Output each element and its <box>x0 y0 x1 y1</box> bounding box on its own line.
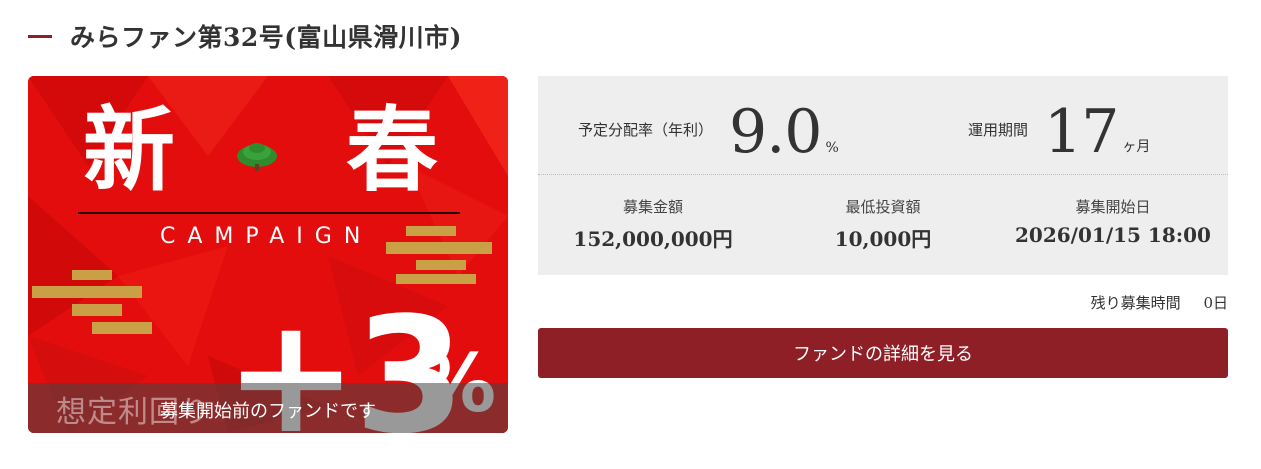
remaining-time-label: 残り募集時間 <box>1090 294 1181 312</box>
fund-info-panel: 予定分配率（年利） 9.0 % 運用期間 17 ヶ月 募集金額 152,000,… <box>538 76 1228 275</box>
remaining-time: 残り募集時間 0日 <box>1091 292 1228 313</box>
minimum-investment-label: 最低投資額 <box>845 198 921 216</box>
banner-kanji-haru: 春 <box>346 96 439 204</box>
distribution-rate-unit: % <box>825 140 839 156</box>
fund-title-row: みらファン第32号(富山県滑川市) <box>28 14 462 58</box>
operation-period: 運用期間 17 ヶ月 <box>968 102 1150 162</box>
minimum-investment: 最低投資額 10,000円 <box>768 196 998 256</box>
gold-cloud-icon <box>386 226 492 284</box>
raise-start-date-value: 2026/01/15 18:00 <box>1015 223 1211 247</box>
banner-divider <box>78 212 460 214</box>
raise-start-date: 募集開始日 2026/01/15 18:00 <box>998 196 1228 256</box>
gold-cloud-icon <box>32 270 152 334</box>
raise-amount: 募集金額 152,000,000円 <box>538 196 768 256</box>
operation-period-value: 17 <box>1044 97 1119 167</box>
fund-key-stats: 予定分配率（年利） 9.0 % 運用期間 17 ヶ月 <box>538 76 1228 175</box>
pine-icon <box>237 143 277 171</box>
distribution-rate-value: 9.0 <box>729 97 822 167</box>
campaign-banner[interactable]: 新 春 CAMPAIGN +3 % 想定利回り 募集開始前のファンドです <box>28 76 508 433</box>
fund-status-text: 募集開始前のファンドです <box>160 401 376 422</box>
view-fund-details-button[interactable]: ファンドの詳細を見る <box>538 328 1228 378</box>
distribution-rate-label: 予定分配率（年利） <box>578 121 714 139</box>
campaign-text: CAMPAIGN <box>160 224 373 249</box>
raise-start-date-label: 募集開始日 <box>1075 198 1151 216</box>
minimum-investment-value: 10,000円 <box>834 227 932 251</box>
distribution-rate: 予定分配率（年利） 9.0 % <box>578 102 839 162</box>
fund-title: みらファン第32号(富山県滑川市) <box>70 23 462 52</box>
operation-period-unit: ヶ月 <box>1122 139 1151 155</box>
banner-kanji-shin: 新 <box>83 96 176 204</box>
raise-amount-value: 152,000,000円 <box>573 227 733 251</box>
remaining-time-value: 0日 <box>1203 294 1228 312</box>
title-accent-bar <box>28 34 52 38</box>
banner-status-bar: 想定利回り 募集開始前のファンドです <box>28 383 508 433</box>
operation-period-label: 運用期間 <box>968 121 1029 139</box>
fund-detail-stats: 募集金額 152,000,000円 最低投資額 10,000円 募集開始日 20… <box>538 196 1228 256</box>
raise-amount-label: 募集金額 <box>622 198 683 216</box>
